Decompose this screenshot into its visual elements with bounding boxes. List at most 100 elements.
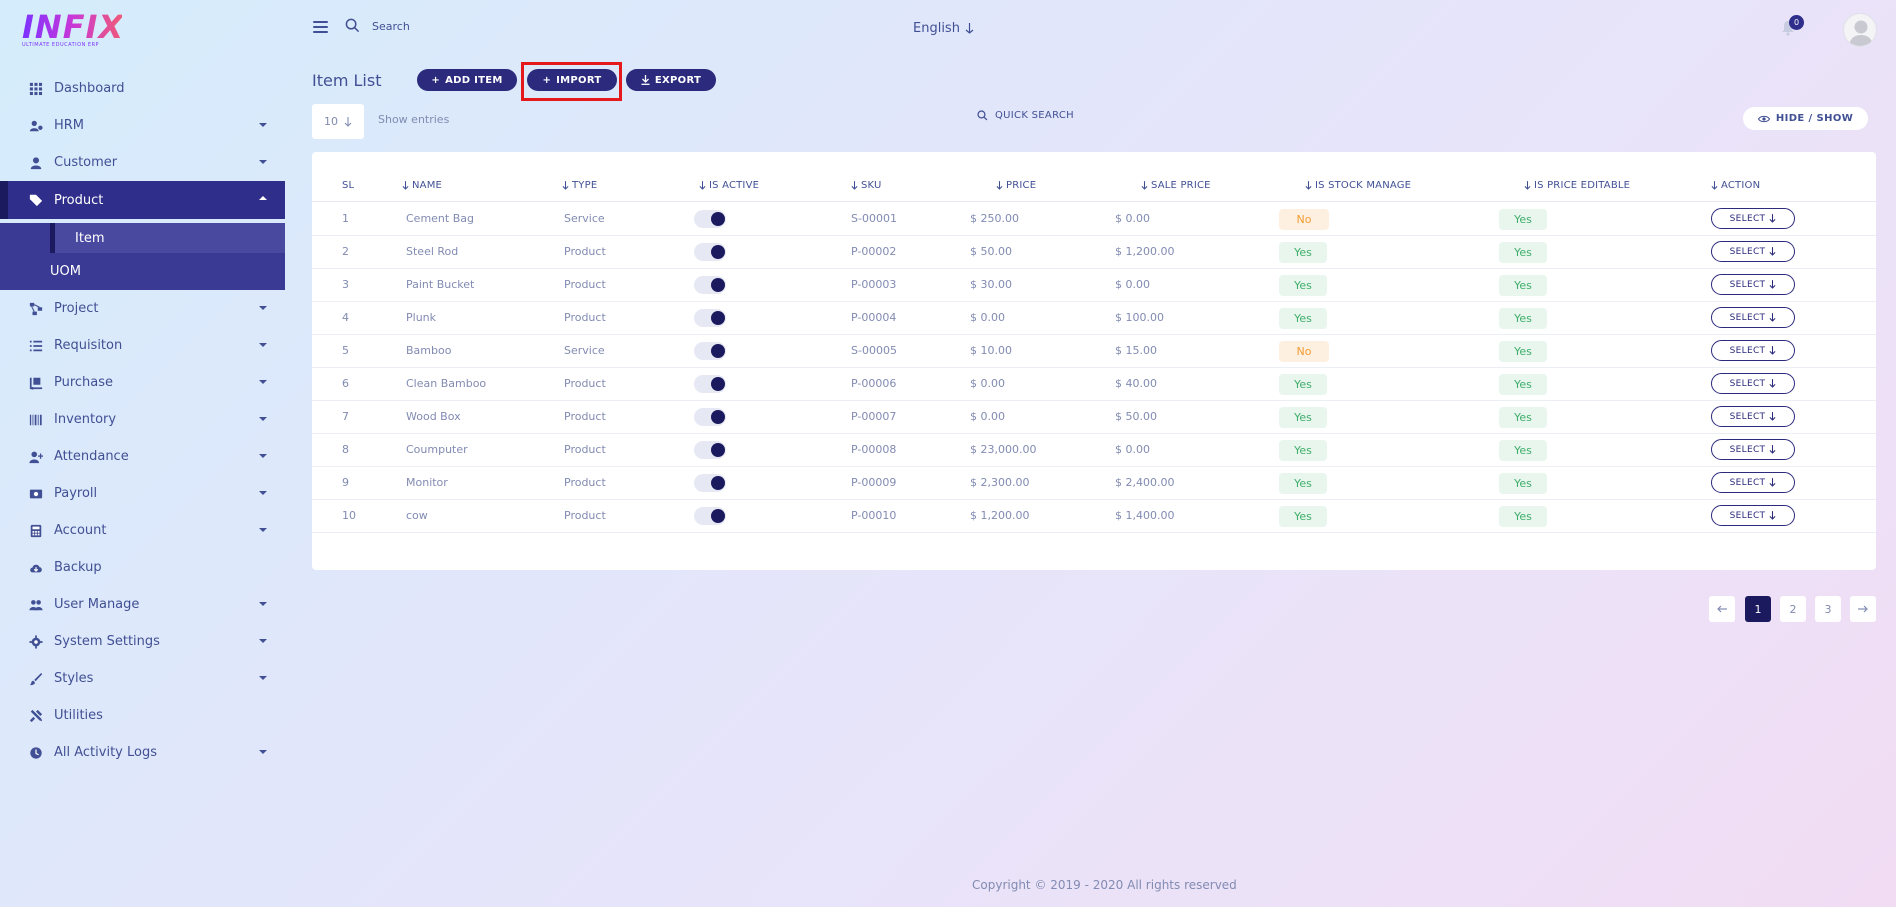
select-action-button[interactable]: SELECT [1711,274,1795,295]
next-page-button[interactable] [1850,596,1876,622]
table-row: 9 Monitor Product P-00009 $ 2,300.00 $ 2,400.… [312,467,1876,500]
arrow-left-icon [1717,605,1727,613]
search-input[interactable]: Search [372,20,410,33]
hide-show-button[interactable]: HIDE / SHOW [1743,107,1868,130]
select-label: SELECT [1729,477,1766,488]
table-row: 5 Bamboo Service S-00005 $ 10.00 $ 15.00 No Yes… [312,335,1876,368]
select-action-button[interactable]: SELECT [1711,406,1795,427]
sidebar-item-styles[interactable]: Styles [0,660,285,697]
cell-price: $ 30.00 [970,278,1012,291]
column-header-sku[interactable]: SKU [851,180,882,191]
cell-sku: S-00001 [851,212,897,225]
select-action-button[interactable]: SELECT [1711,373,1795,394]
sidebar-item-label: Account [54,523,107,538]
stock-manage-badge: Yes [1279,506,1327,527]
cell-name: Steel Rod [406,245,459,258]
column-header-price[interactable]: PRICE [996,180,1036,191]
select-action-button[interactable]: SELECT [1711,340,1795,361]
sidebar-item-system-settings[interactable]: System Settings [0,623,285,660]
cell-sl: 9 [342,476,349,489]
column-header-is-stock-manage[interactable]: IS STOCK MANAGE [1305,180,1411,191]
sidebar-item-project[interactable]: Project [0,290,285,327]
arrow-down-icon [851,181,858,190]
is-active-toggle[interactable] [694,441,726,459]
cell-sku: P-00009 [851,476,897,489]
export-button[interactable]: EXPORT [626,69,716,91]
cell-sku: P-00010 [851,509,897,522]
prev-page-button[interactable] [1709,596,1735,622]
sidebar-item-label: Attendance [54,449,129,464]
quick-search-input[interactable]: QUICK SEARCH [977,110,1074,121]
arrow-down-icon [996,181,1003,190]
caret-icon [259,417,267,421]
page-button[interactable]: 1 [1745,596,1771,622]
is-active-toggle[interactable] [694,309,726,327]
is-active-toggle[interactable] [694,408,726,426]
select-action-button[interactable]: SELECT [1711,472,1795,493]
sidebar-item-purchase[interactable]: Purchase [0,364,285,401]
select-action-button[interactable]: SELECT [1711,505,1795,526]
arrow-down-icon [1769,445,1776,454]
sidebar-subitem-uom[interactable]: UOM [0,253,285,290]
sidebar-item-customer[interactable]: Customer [0,144,285,181]
subitem-label: UOM [50,264,81,279]
column-header-type[interactable]: TYPE [562,180,597,191]
sidebar-item-user-manage[interactable]: User Manage [0,586,285,623]
cell-sale-price: $ 1,400.00 [1115,509,1175,522]
caret-icon [259,123,267,127]
toggle-knob [711,509,725,523]
table-row: 10 cow Product P-00010 $ 1,200.00 $ 1,400.00 Y… [312,500,1876,533]
menu-toggle-icon[interactable] [313,21,328,33]
select-action-button[interactable]: SELECT [1711,241,1795,262]
avatar[interactable] [1843,13,1877,47]
cell-type: Product [564,443,606,456]
sidebar-nav: Dashboard HRM Customer Product Item UOM Projec… [0,70,285,771]
barcode-icon [28,413,44,427]
language-select[interactable]: English [913,21,974,36]
table-row: 2 Steel Rod Product P-00002 $ 50.00 $ 1,200.0… [312,236,1876,269]
import-highlight-box [521,62,622,101]
cell-name: Monitor [406,476,448,489]
sidebar-item-hrm[interactable]: HRM [0,107,285,144]
is-active-toggle[interactable] [694,276,726,294]
is-active-toggle[interactable] [694,342,726,360]
product-submenu: Item UOM [0,223,285,290]
price-editable-badge: Yes [1499,374,1547,395]
arrow-down-icon [1769,412,1776,421]
sidebar-item-dashboard[interactable]: Dashboard [0,70,285,107]
logo[interactable]: INFIX ULTIMATE EDUCATION ERP [22,10,123,52]
column-header-action[interactable]: ACTION [1711,180,1760,191]
page-button[interactable]: 3 [1815,596,1841,622]
column-header-is-price-editable[interactable]: IS PRICE EDITABLE [1524,180,1630,191]
is-active-toggle[interactable] [694,474,726,492]
is-active-toggle[interactable] [694,507,726,525]
select-action-button[interactable]: SELECT [1711,307,1795,328]
sidebar-item-requisiton[interactable]: Requisiton [0,327,285,364]
sidebar-item-inventory[interactable]: Inventory [0,401,285,438]
page-button[interactable]: 2 [1780,596,1806,622]
add-item-button[interactable]: + ADD ITEM [417,69,517,91]
sidebar: INFIX ULTIMATE EDUCATION ERP Dashboard HR… [0,0,285,907]
select-action-button[interactable]: SELECT [1711,208,1795,229]
sidebar-subitem-item[interactable]: Item [50,223,285,253]
column-header-sale-price[interactable]: SALE PRICE [1141,180,1211,191]
sidebar-item-product[interactable]: Product [0,181,285,219]
sidebar-item-all-activity-logs[interactable]: All Activity Logs [0,734,285,771]
sidebar-item-payroll[interactable]: Payroll [0,475,285,512]
is-active-toggle[interactable] [694,243,726,261]
search-icon[interactable] [345,18,360,33]
hide-show-label: HIDE / SHOW [1775,113,1854,124]
sidebar-item-utilities[interactable]: Utilities [0,697,285,734]
sidebar-item-attendance[interactable]: Attendance [0,438,285,475]
column-header-is-active[interactable]: IS ACTIVE [699,180,759,191]
download-icon [641,75,650,85]
cell-price: $ 1,200.00 [970,509,1030,522]
select-action-button[interactable]: SELECT [1711,439,1795,460]
cell-price: $ 0.00 [970,377,1005,390]
sidebar-item-account[interactable]: Account [0,512,285,549]
is-active-toggle[interactable] [694,375,726,393]
entries-select[interactable]: 10 [312,104,364,139]
is-active-toggle[interactable] [694,210,726,228]
column-header-name[interactable]: NAME [402,180,442,191]
sidebar-item-backup[interactable]: Backup [0,549,285,586]
